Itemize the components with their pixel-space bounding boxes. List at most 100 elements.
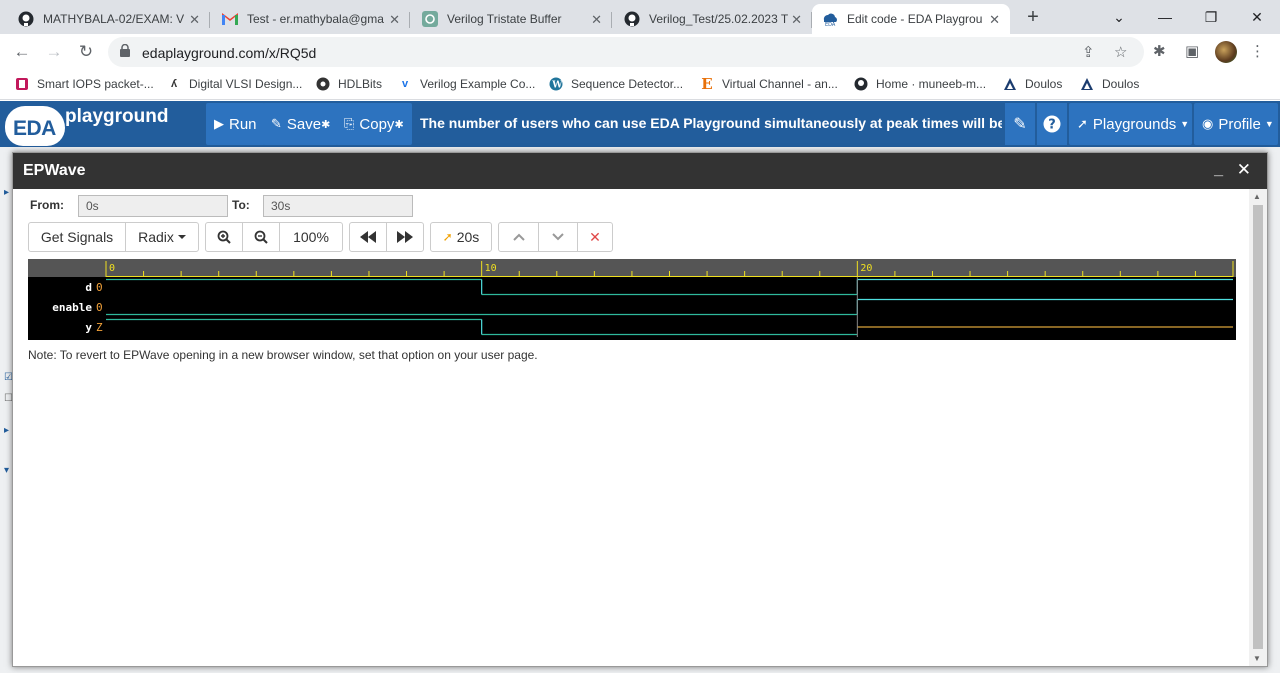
- tab-close-icon[interactable]: ✕: [989, 12, 1000, 28]
- verilog-icon: v: [401, 78, 409, 90]
- collapse-arrow-icon: ▾: [4, 465, 10, 476]
- side-panel-icon[interactable]: ▣: [1185, 42, 1199, 60]
- run-button[interactable]: ▶ Run: [206, 103, 265, 145]
- minimize-icon[interactable]: _: [1214, 161, 1223, 179]
- hdlbits-icon: [315, 76, 331, 92]
- cursor-time-label: 20s: [456, 229, 480, 245]
- close-window-button[interactable]: ✕: [1234, 4, 1280, 30]
- restore-window-button[interactable]: ❐: [1188, 4, 1234, 30]
- bookmark-item[interactable]: Doulos: [1002, 76, 1062, 92]
- doulos-icon: [1002, 76, 1018, 92]
- browser-tab[interactable]: Verilog Tristate Buffer ✕: [412, 4, 612, 34]
- share-icon[interactable]: ⇪: [1082, 43, 1095, 61]
- epwave-modal: EPWave _ ✕ From: 0s To: 30s Get Signals …: [12, 152, 1268, 667]
- minimize-window-button[interactable]: —: [1142, 4, 1188, 30]
- tab-close-icon[interactable]: ✕: [791, 12, 802, 28]
- edit-icon[interactable]: ✎: [1005, 103, 1035, 145]
- github-icon: [624, 11, 640, 27]
- bookmark-item[interactable]: Home · muneeb-m...: [853, 76, 986, 92]
- bookmark-label: Digital VLSI Design...: [189, 77, 303, 91]
- get-signals-button[interactable]: Get Signals: [28, 222, 126, 252]
- bookmark-item[interactable]: v Verilog Example Co...: [397, 76, 535, 92]
- scroll-up-icon[interactable]: ▲: [1253, 192, 1261, 201]
- scroll-down-icon[interactable]: ▼: [1253, 654, 1261, 663]
- browser-toolbar: ← → ↻ edaplayground.com/x/RQ5d ⇪ ☆ ✱ ▣ ⋮: [0, 34, 1280, 70]
- user-icon: ◉: [1202, 116, 1214, 131]
- profile-avatar[interactable]: [1215, 41, 1237, 63]
- back-button[interactable]: ←: [10, 40, 34, 64]
- caret-down-icon: [177, 235, 186, 239]
- asterisk-icon: ✱: [394, 118, 404, 131]
- tab-title: Verilog Tristate Buffer: [447, 12, 562, 26]
- svg-text:W: W: [551, 81, 563, 91]
- github-icon: [18, 11, 34, 27]
- to-label: To:: [232, 198, 250, 212]
- new-tab-button[interactable]: +: [1021, 6, 1045, 30]
- chevron-up-icon: [512, 233, 525, 241]
- zoom-level-button[interactable]: 100%: [279, 222, 343, 252]
- vertical-scrollbar[interactable]: ▲ ▼: [1249, 189, 1267, 666]
- bookmark-item[interactable]: W Sequence Detector...: [548, 76, 683, 92]
- caret-down-icon: ▼: [1264, 119, 1274, 129]
- from-input[interactable]: 0s: [78, 195, 228, 217]
- browser-tab[interactable]: Test - er.mathybala@gma ✕: [212, 4, 410, 34]
- browser-tab[interactable]: MATHYBALA-02/EXAM: V ✕: [8, 4, 210, 34]
- eda-icon: EDA: [822, 11, 838, 27]
- help-icon[interactable]: ?: [1037, 103, 1067, 145]
- address-bar[interactable]: edaplayground.com/x/RQ5d ⇪ ☆: [108, 37, 1144, 67]
- close-icon[interactable]: ✕: [1237, 160, 1251, 180]
- move-up-button[interactable]: [498, 222, 539, 252]
- lock-icon: [120, 43, 130, 60]
- radix-label: Radix: [138, 229, 174, 245]
- cursor-icon: ➚: [442, 230, 453, 244]
- browser-tab-active[interactable]: EDA Edit code - EDA Playgrou ✕: [812, 4, 1010, 34]
- modal-title: EPWave: [23, 162, 86, 179]
- forward-button[interactable]: →: [42, 40, 66, 64]
- playgrounds-label: Playgrounds: [1092, 115, 1177, 133]
- bookmark-item[interactable]: Smart IOPS packet-...: [14, 76, 154, 92]
- move-down-button[interactable]: [538, 222, 578, 252]
- zoom-out-icon: [254, 230, 268, 244]
- profile-menu[interactable]: ◉ Profile ▼: [1194, 103, 1278, 145]
- zoom-out-button[interactable]: [242, 222, 280, 252]
- bookmark-label: Doulos: [1102, 77, 1140, 91]
- bookmark-label: Virtual Channel - an...: [722, 77, 838, 91]
- cursor-time-button[interactable]: ➚ 20s: [430, 222, 492, 252]
- tab-close-icon[interactable]: ✕: [389, 12, 400, 28]
- bookmark-item[interactable]: E Virtual Channel - an...: [699, 75, 838, 93]
- jump-prev-button[interactable]: [349, 222, 387, 252]
- svg-text:EDA: EDA: [825, 22, 836, 27]
- asterisk-icon: ✱: [321, 118, 331, 131]
- bookmark-item[interactable]: HDLBits: [315, 76, 382, 92]
- bookmark-item[interactable]: Doulos: [1079, 76, 1139, 92]
- ruler-label: 20: [860, 263, 872, 274]
- jump-next-button[interactable]: [386, 222, 424, 252]
- browser-tab[interactable]: Verilog_Test/25.02.2023 T ✕: [614, 4, 812, 34]
- zoom-in-button[interactable]: [205, 222, 243, 252]
- copy-button[interactable]: ⎘ Copy ✱: [336, 103, 412, 145]
- tab-close-icon[interactable]: ✕: [189, 12, 200, 28]
- chrome-menu-icon[interactable]: ⋮: [1250, 42, 1265, 60]
- logo-subtext: playground: [65, 106, 169, 127]
- waveform-panel[interactable]: d enable y 0 0 Z 0 10 20: [28, 259, 1236, 340]
- tab-title: Test - er.mathybala@gma: [247, 12, 384, 26]
- svg-text:?: ?: [1048, 118, 1056, 133]
- radix-dropdown[interactable]: Radix: [125, 222, 199, 252]
- reload-button[interactable]: ↻: [74, 40, 98, 64]
- playgrounds-menu[interactable]: ➚ Playgrounds ▼: [1069, 103, 1192, 145]
- scrollbar-thumb[interactable]: [1253, 205, 1263, 649]
- to-input[interactable]: 30s: [263, 195, 413, 217]
- logo-text: EDA: [13, 117, 56, 140]
- eda-logo[interactable]: EDA playground: [3, 104, 203, 146]
- bookmark-label: Sequence Detector...: [571, 77, 684, 91]
- bookmark-star-icon[interactable]: ☆: [1114, 43, 1127, 61]
- github-icon: [853, 76, 869, 92]
- bookmark-item[interactable]: ʎ Digital VLSI Design...: [166, 76, 302, 92]
- tab-search-icon[interactable]: ⌄: [1096, 4, 1142, 30]
- pencil-icon: ✎: [271, 116, 282, 131]
- save-button[interactable]: ✎ Save ✱: [263, 103, 339, 145]
- remove-signal-button[interactable]: ✕: [577, 222, 613, 252]
- tab-close-icon[interactable]: ✕: [591, 12, 602, 28]
- save-label: Save: [286, 115, 322, 133]
- extensions-icon[interactable]: ✱: [1153, 42, 1166, 60]
